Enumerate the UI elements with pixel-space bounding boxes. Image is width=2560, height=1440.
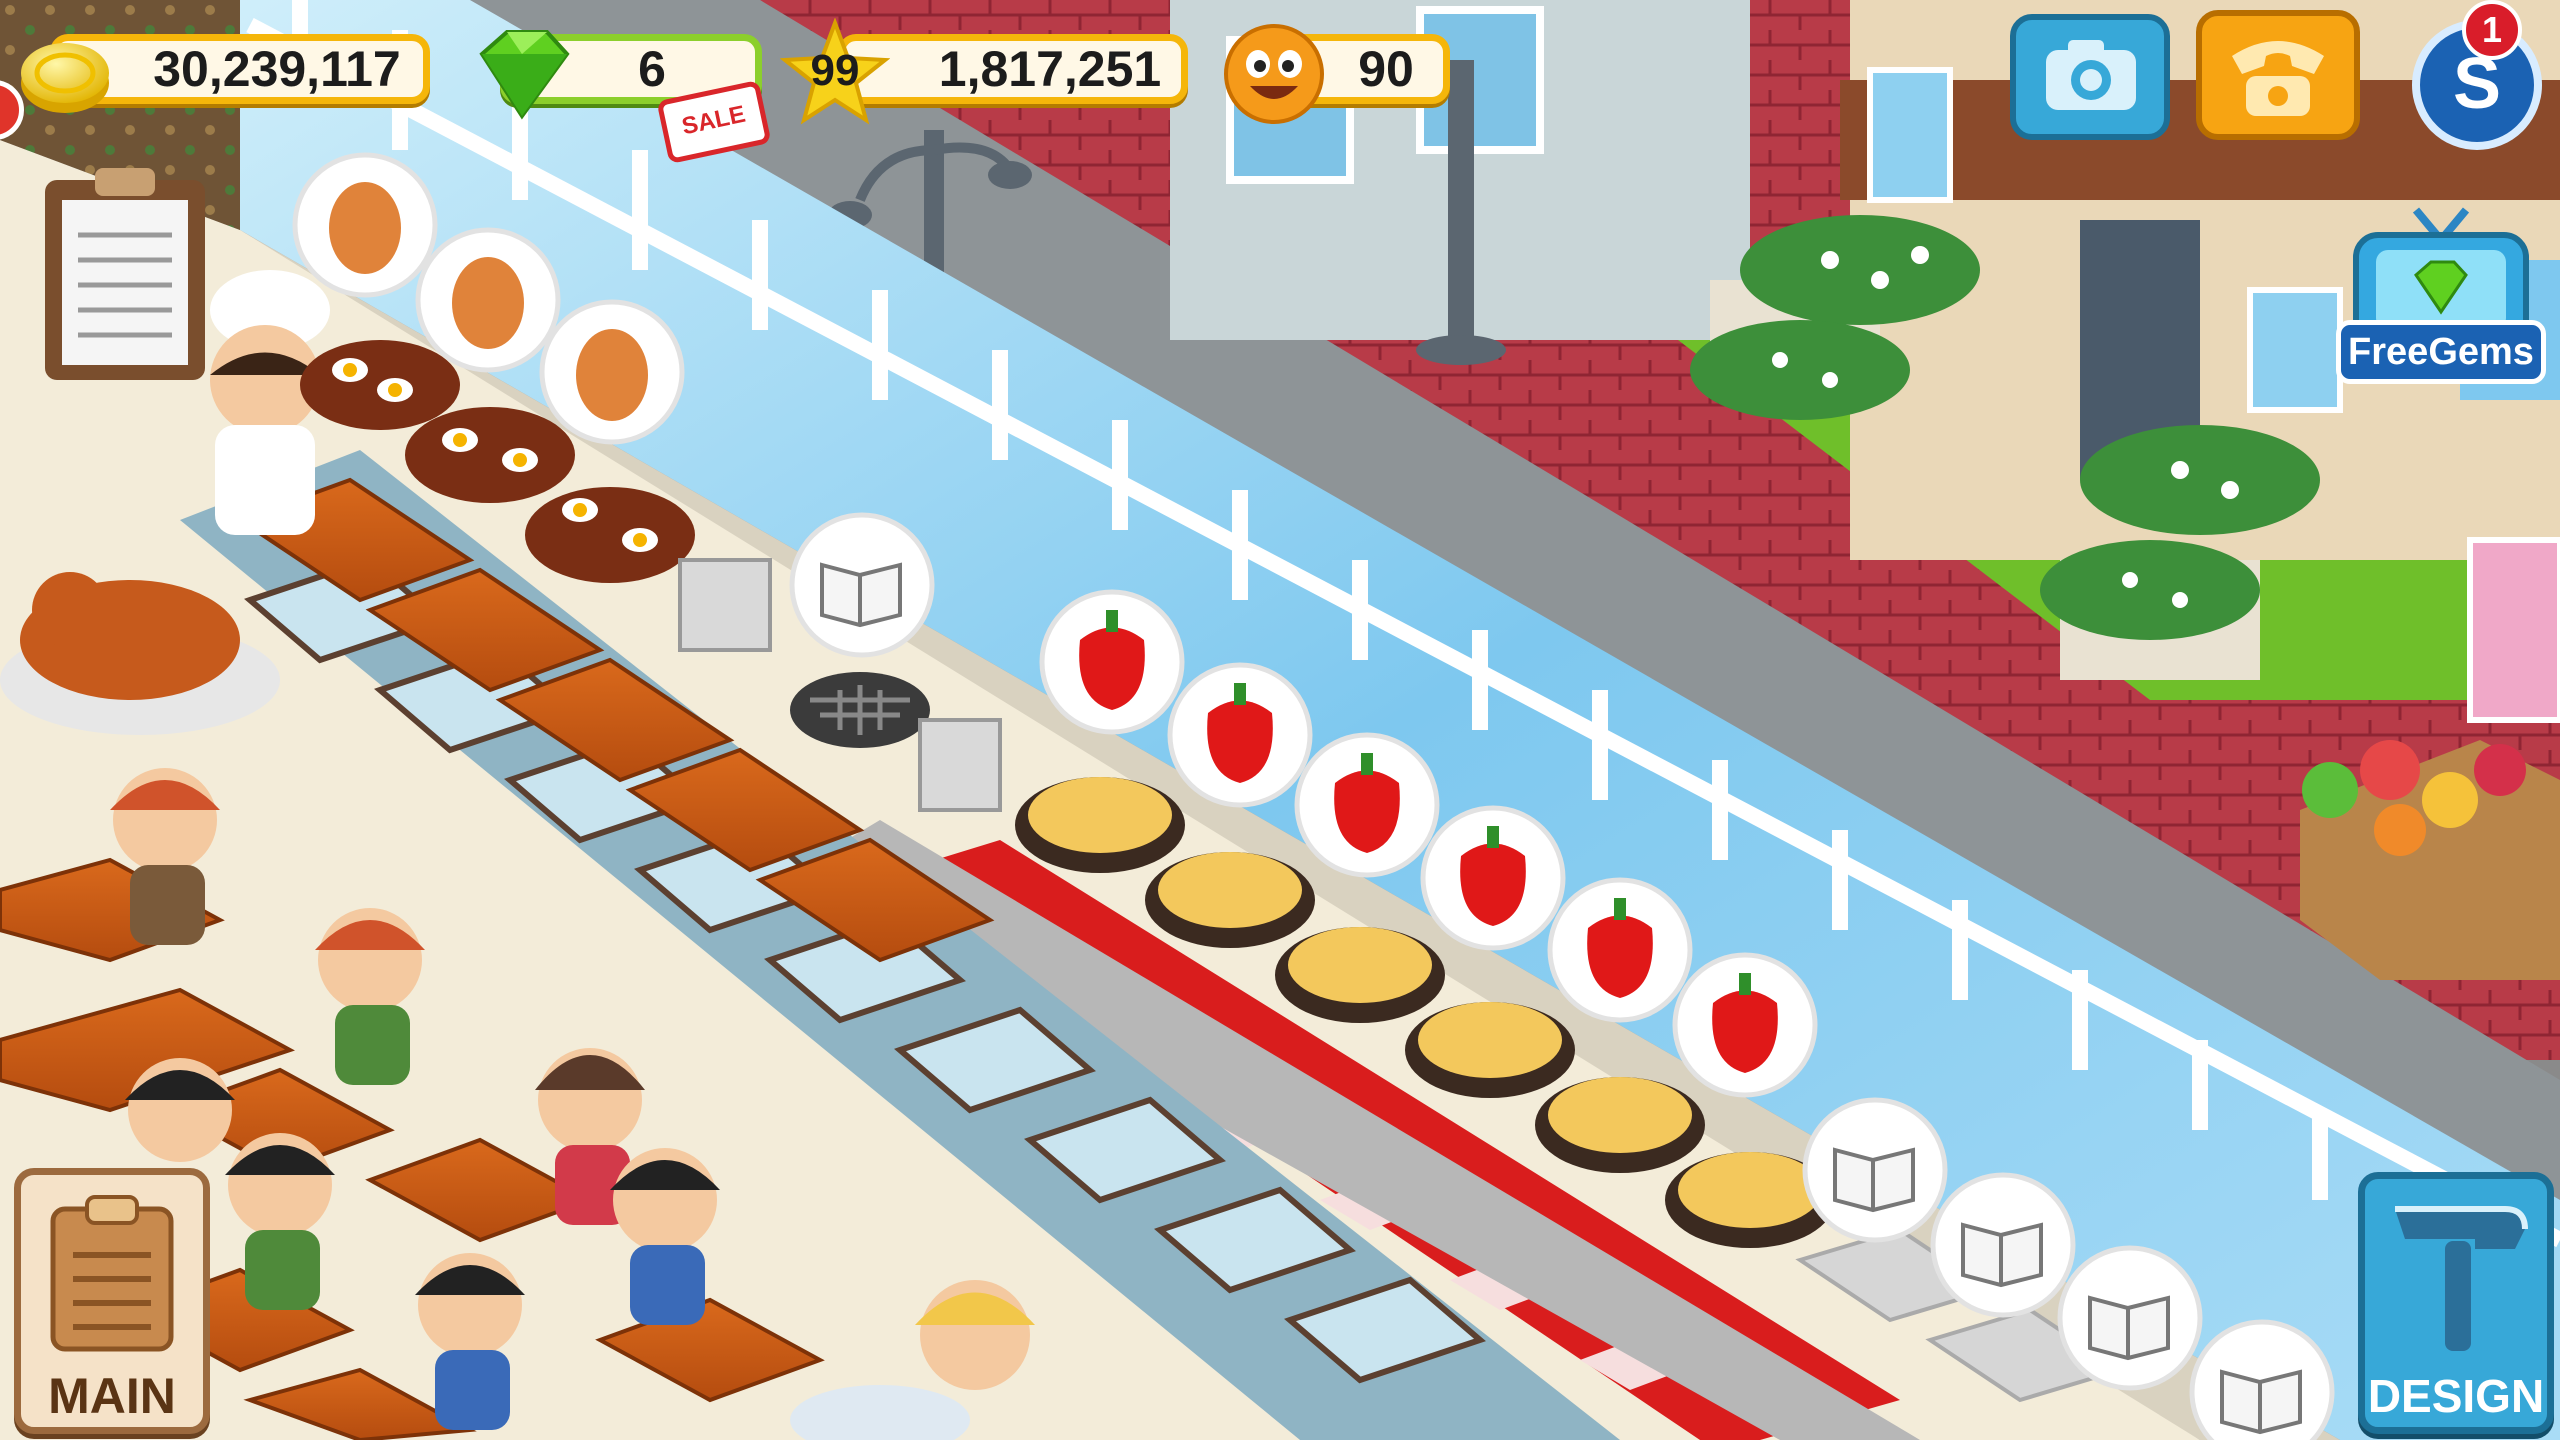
- clipboard-icon[interactable]: [45, 168, 205, 380]
- building-window: [2247, 287, 2343, 413]
- clipboard-icon: [50, 1195, 174, 1352]
- star-icon: 99: [779, 17, 891, 128]
- phone-icon: [2232, 41, 2324, 116]
- flower-planter: [1690, 320, 1910, 420]
- camera-button[interactable]: [2010, 14, 2170, 140]
- happiness-value: 90: [1358, 41, 1414, 97]
- main-button[interactable]: MAIN: [14, 1168, 210, 1434]
- notification-badge: 1: [2462, 0, 2522, 60]
- sale-badge-label: SALE: [679, 100, 748, 141]
- recipe-book-icon[interactable]: [789, 512, 935, 658]
- experience-value: 1,817,251: [938, 41, 1162, 97]
- egg-icon[interactable]: [539, 299, 685, 445]
- pepper-icon[interactable]: [1039, 589, 1185, 735]
- coins-value: 30,239,117: [153, 41, 401, 97]
- pepper-icon[interactable]: [1420, 805, 1566, 951]
- free-gems-button[interactable]: FreeGems: [2336, 190, 2546, 400]
- free-gems-label: FreeGems: [2348, 331, 2534, 373]
- pepper-icon[interactable]: [1167, 662, 1313, 808]
- coin-icon: [16, 28, 114, 118]
- recipe-book-icon[interactable]: [2057, 1245, 2203, 1391]
- main-button-label: MAIN: [48, 1368, 176, 1424]
- fruit-stand: [2300, 740, 2560, 980]
- design-button[interactable]: DESIGN: [2358, 1172, 2554, 1434]
- smiley-icon: [1220, 20, 1328, 128]
- recipe-book-icon[interactable]: [1802, 1097, 1948, 1243]
- gem-icon: [462, 24, 572, 124]
- notification-count: 1: [2481, 9, 2503, 50]
- pepper-icon[interactable]: [1547, 877, 1693, 1023]
- recipe-book-icon[interactable]: [1930, 1172, 2076, 1318]
- pepper-icon[interactable]: [1294, 732, 1440, 878]
- phone-button[interactable]: [2196, 10, 2360, 140]
- gems-value: 6: [638, 41, 666, 97]
- hammer-icon: [2395, 1206, 2528, 1351]
- egg-icon[interactable]: [415, 227, 561, 373]
- egg-icon[interactable]: [292, 152, 438, 298]
- design-button-label: DESIGN: [2367, 1370, 2545, 1422]
- level-value: 99: [810, 46, 860, 95]
- experience-counter: 1,817,251: [838, 34, 1188, 104]
- free-gems-label-box: FreeGems: [2336, 320, 2546, 384]
- game-scene[interactable]: [0, 0, 2560, 1440]
- shop-window: [2467, 537, 2560, 723]
- pepper-icon[interactable]: [1672, 952, 1818, 1098]
- recipe-book-icon[interactable]: [2189, 1319, 2335, 1440]
- camera-icon: [2046, 40, 2136, 110]
- building-window: [1867, 67, 1953, 203]
